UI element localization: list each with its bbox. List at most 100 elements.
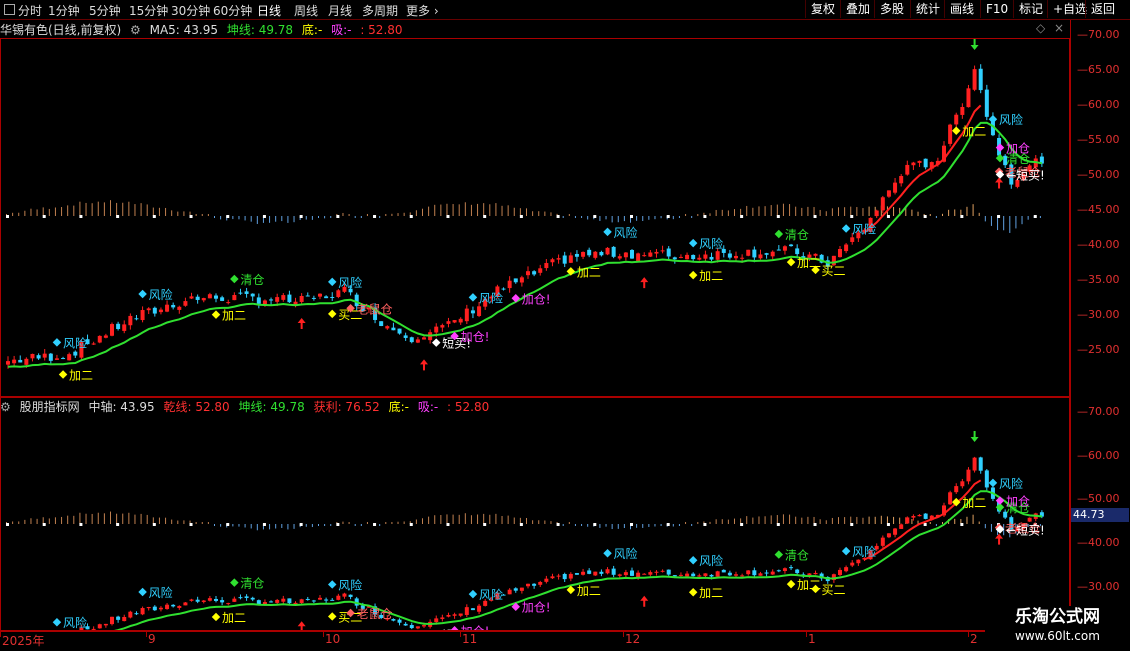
- svg-text:清仓: 清仓: [240, 273, 264, 287]
- period-10[interactable]: 更多 ›: [406, 2, 439, 19]
- svg-text:清仓: 清仓: [785, 228, 809, 242]
- period-6[interactable]: 日线: [257, 2, 281, 19]
- indicator-chart[interactable]: 风险加二风险加二清仓风险买二老鼠仓短买!加仓!风险加仓!加二风险风险加二清仓加二…: [0, 396, 1068, 630]
- svg-text:风险: 风险: [999, 112, 1023, 127]
- close-icon[interactable]: ×: [1054, 21, 1064, 35]
- ma5-value: MA5: 43.95: [149, 23, 219, 37]
- period-3[interactable]: 15分钟: [129, 2, 168, 19]
- axis-tick: —60.00: [1077, 98, 1120, 111]
- axis-tick: —40.00: [1077, 238, 1120, 251]
- svg-text:加仓: 加仓: [1006, 142, 1030, 156]
- toolbar-button-3[interactable]: 统计: [910, 0, 945, 18]
- svg-text:加仓!: 加仓!: [461, 330, 490, 344]
- toolbar-button-2[interactable]: 多股: [874, 0, 909, 18]
- diamond-icon[interactable]: ◇: [1036, 21, 1045, 35]
- menu-icon[interactable]: [4, 4, 15, 15]
- svg-text:风险: 风险: [338, 275, 362, 290]
- date-label: 2: [970, 632, 978, 646]
- axis-tick: —50.00: [1077, 492, 1120, 506]
- svg-text:加二: 加二: [222, 309, 246, 323]
- settings-icon[interactable]: ⚙: [130, 23, 141, 37]
- date-label: 1: [808, 632, 816, 646]
- period-8[interactable]: 月线: [328, 2, 352, 19]
- svg-text:加二: 加二: [577, 584, 601, 598]
- axis-tick: —65.00: [1077, 63, 1120, 76]
- kun-value: 坤线: 49.78: [226, 23, 294, 37]
- xi-value: 吸:-: [331, 23, 352, 37]
- svg-text:加二: 加二: [222, 611, 246, 625]
- svg-text:老鼠仓: 老鼠仓: [357, 607, 393, 621]
- toolbar-button-8[interactable]: 返回: [1085, 0, 1120, 18]
- toolbar-button-6[interactable]: 标记: [1013, 0, 1048, 18]
- period-0[interactable]: 分时: [18, 2, 42, 19]
- date-label: 2025年: [2, 634, 45, 648]
- svg-text:清仓: 清仓: [240, 577, 264, 591]
- toolbar-button-5[interactable]: F10: [980, 0, 1013, 18]
- period-2[interactable]: 5分钟: [89, 2, 121, 19]
- period-4[interactable]: 30分钟: [171, 2, 210, 19]
- extra-value: : 52.80: [360, 23, 403, 37]
- svg-text:清仓: 清仓: [785, 549, 809, 563]
- svg-text:风险: 风险: [149, 585, 173, 600]
- svg-text:加二: 加二: [699, 269, 723, 283]
- axis-tick: —70.00: [1077, 405, 1120, 418]
- svg-text:风险: 风险: [338, 577, 362, 592]
- date-axis: 2025年 9 10 11 12 1 2: [0, 630, 1070, 651]
- svg-text:风险: 风险: [479, 587, 503, 602]
- axis-tick: —70.00: [1077, 28, 1120, 41]
- svg-text:←短买!: ←短买!: [1006, 168, 1045, 182]
- svg-text:加二: 加二: [699, 586, 723, 600]
- axis-tick: —30.00: [1077, 308, 1120, 321]
- axis-tick: —55.00: [1077, 133, 1120, 146]
- di-value: 底:-: [301, 23, 323, 37]
- price-axis-1: —70.00 —65.00 —60.00 —55.00 —50.00 —45.00 —40.…: [1070, 20, 1130, 398]
- period-toolbar: 分时 1分钟 5分钟 15分钟 30分钟 60分钟 日线 周线 月线 多周期 更多 › 复权 叠加 多股统…: [0, 0, 1130, 20]
- svg-text:←短买!: ←短买!: [1006, 523, 1045, 537]
- period-1[interactable]: 1分钟: [48, 2, 80, 19]
- svg-text:风险: 风险: [63, 615, 87, 630]
- svg-text:风险: 风险: [614, 225, 638, 240]
- svg-text:加二: 加二: [577, 265, 601, 279]
- panel1-header: 华锡有色(日线,前复权) ⚙ MA5: 43.95 坤线: 49.78 底:- …: [0, 21, 408, 37]
- svg-text:风险: 风险: [479, 290, 503, 305]
- svg-text:加仓!: 加仓!: [522, 292, 551, 306]
- current-price-label: 44.73: [1071, 508, 1129, 522]
- watermark-title: 乐淘公式网: [1015, 607, 1100, 627]
- period-9[interactable]: 多周期: [362, 2, 398, 19]
- date-label: 12: [625, 632, 641, 646]
- toolbar-button-4[interactable]: 画线: [944, 0, 979, 18]
- svg-text:加二: 加二: [69, 369, 93, 383]
- axis-tick: —30.00: [1077, 579, 1120, 593]
- svg-text:风险: 风险: [149, 287, 173, 302]
- axis-tick: —60.00: [1077, 448, 1120, 462]
- svg-text:买二: 买二: [822, 583, 846, 597]
- axis-tick: —40.00: [1077, 536, 1120, 550]
- svg-text:风险: 风险: [614, 546, 638, 561]
- watermark: 乐淘公式网 www.60lt.com: [985, 606, 1130, 650]
- stock-name: 华锡有色(日线,前复权): [0, 23, 122, 37]
- toolbar-button-1[interactable]: 叠加: [840, 0, 875, 18]
- svg-text:加仓: 加仓: [1006, 495, 1030, 509]
- svg-text:风险: 风险: [699, 553, 723, 568]
- period-5[interactable]: 60分钟: [213, 2, 252, 19]
- svg-text:风险: 风险: [699, 236, 723, 251]
- svg-text:风险: 风险: [852, 544, 876, 559]
- date-label: 9: [148, 632, 156, 646]
- date-label: 11: [462, 632, 478, 646]
- toolbar-button-0[interactable]: 复权: [805, 0, 840, 18]
- axis-tick: —25.00: [1077, 343, 1120, 356]
- svg-text:买二: 买二: [822, 264, 846, 278]
- axis-tick: —45.00: [1077, 203, 1120, 216]
- date-label: 10: [325, 632, 341, 646]
- axis-tick: —50.00: [1077, 168, 1120, 181]
- svg-text:风险: 风险: [999, 476, 1023, 491]
- svg-text:风险: 风险: [852, 222, 876, 237]
- watermark-url: www.60lt.com: [1015, 629, 1100, 643]
- main-chart[interactable]: 风险加二风险加二清仓 风险买二老鼠仓短买!加仓!风险 加仓!加二风险风险加二清仓加二…: [0, 38, 1068, 396]
- svg-text:加二: 加二: [962, 496, 986, 510]
- svg-text:风险: 风险: [63, 335, 87, 350]
- svg-text:加仓!: 加仓!: [522, 601, 551, 615]
- period-7[interactable]: 周线: [294, 2, 318, 19]
- svg-text:老鼠仓: 老鼠仓: [357, 302, 393, 316]
- axis-tick: —35.00: [1077, 273, 1120, 286]
